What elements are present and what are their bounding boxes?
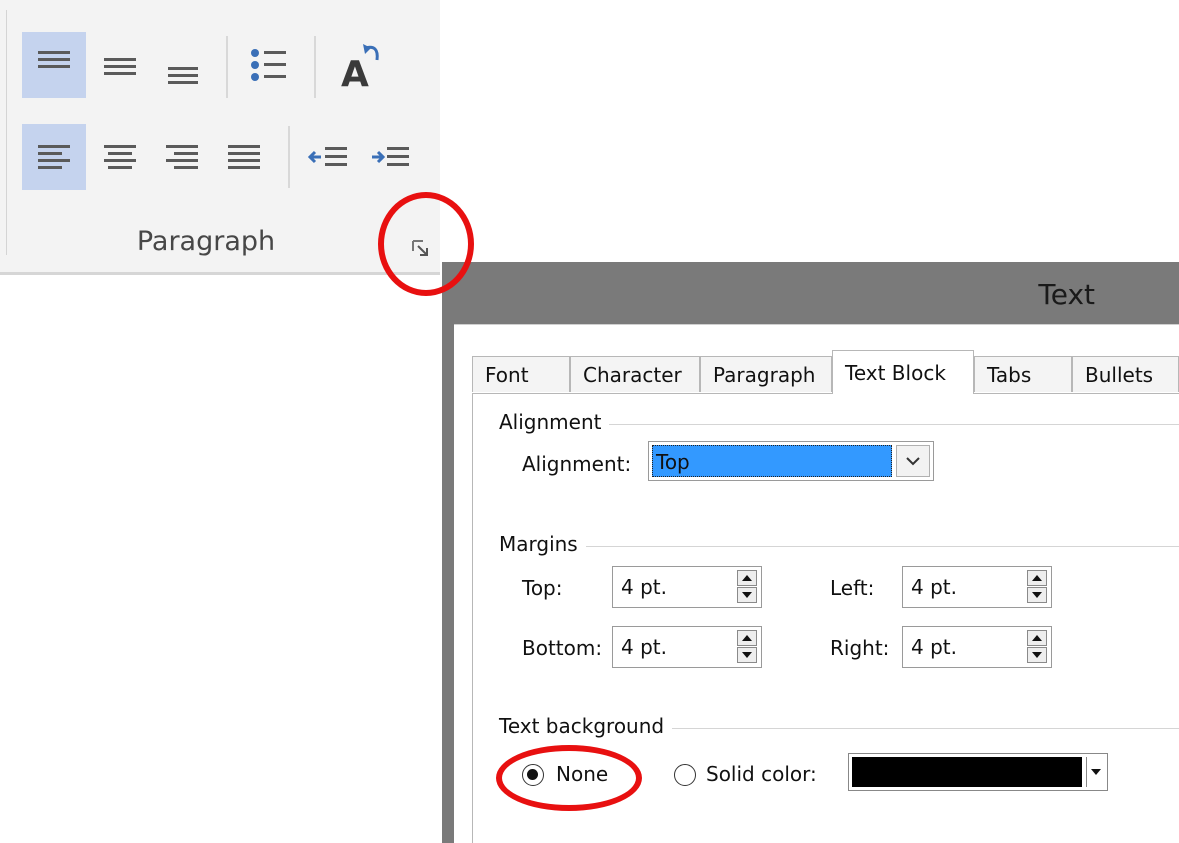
ribbon-paragraph-group: A Paragraph <box>0 0 440 275</box>
ribbon-divider <box>6 10 7 255</box>
radio-selected-dot <box>527 769 538 780</box>
alignment-label: Alignment: <box>522 452 632 476</box>
margin-left-value: 4 pt. <box>911 575 957 599</box>
chevron-down-icon <box>906 457 920 466</box>
align-top-button[interactable] <box>22 32 86 98</box>
margin-right-field[interactable]: 4 pt. <box>902 626 1052 668</box>
color-dropdown-button[interactable] <box>1086 757 1105 787</box>
spin-up-button[interactable] <box>737 570 757 586</box>
margin-left-field[interactable]: 4 pt. <box>902 566 1052 608</box>
margin-bottom-label: Bottom: <box>522 636 603 660</box>
triangle-down-icon <box>1032 652 1042 658</box>
margin-bottom-field[interactable]: 4 pt. <box>612 626 762 668</box>
triangle-up-icon <box>1032 635 1042 641</box>
margin-right-value: 4 pt. <box>911 635 957 659</box>
align-center-icon <box>104 145 136 169</box>
spin-down-button[interactable] <box>1027 647 1047 663</box>
decrease-indent-icon <box>307 147 347 166</box>
ribbon-separator <box>314 36 316 98</box>
triangle-up-icon <box>742 635 752 641</box>
align-bottom-icon <box>168 67 198 84</box>
margin-left-label: Left: <box>830 576 875 600</box>
radio-none[interactable] <box>522 764 544 786</box>
margin-right-label: Right: <box>830 636 890 660</box>
svg-text:A: A <box>341 54 369 92</box>
align-left-icon <box>38 145 70 169</box>
radio-solid-color[interactable] <box>674 764 696 786</box>
triangle-down-icon <box>742 652 752 658</box>
dropdown-button[interactable] <box>896 445 930 477</box>
text-direction-button[interactable]: A <box>330 32 394 98</box>
ribbon-separator <box>288 126 290 188</box>
spin-up-button[interactable] <box>1027 570 1047 586</box>
decrease-indent-button[interactable] <box>300 124 358 190</box>
margins-section-title: Margins <box>499 532 586 556</box>
margin-bottom-value: 4 pt. <box>621 635 667 659</box>
dialog-launcher-button[interactable] <box>410 238 432 260</box>
triangle-up-icon <box>742 575 752 581</box>
color-swatch <box>852 757 1082 787</box>
text-background-section-title: Text background <box>499 714 673 738</box>
radio-solid-color-label: Solid color: <box>706 762 817 786</box>
bullets-button[interactable] <box>236 32 300 98</box>
align-left-button[interactable] <box>22 124 86 190</box>
justify-button[interactable] <box>212 124 276 190</box>
justify-icon <box>228 145 260 169</box>
spin-down-button[interactable] <box>1027 587 1047 603</box>
align-bottom-button[interactable] <box>150 32 214 98</box>
alignment-select[interactable]: Top <box>648 441 934 481</box>
bullet-list-icon <box>251 49 286 81</box>
increase-indent-icon <box>372 147 409 166</box>
rotate-text-icon: A <box>341 44 379 92</box>
align-middle-icon <box>104 58 136 75</box>
dialog-launcher-icon <box>412 240 428 256</box>
align-center-button[interactable] <box>88 124 152 190</box>
align-right-button[interactable] <box>150 124 214 190</box>
align-right-icon <box>166 145 198 169</box>
spin-up-button[interactable] <box>737 630 757 646</box>
margin-top-field[interactable]: 4 pt. <box>612 566 762 608</box>
solid-color-picker[interactable] <box>848 753 1108 791</box>
tab-bullets[interactable]: Bullets <box>1072 356 1179 392</box>
align-middle-button[interactable] <box>88 32 152 98</box>
margin-top-value: 4 pt. <box>621 575 667 599</box>
margin-top-label: Top: <box>522 576 563 600</box>
triangle-down-icon <box>742 592 752 598</box>
ribbon-separator <box>226 36 228 98</box>
align-top-icon <box>38 51 70 68</box>
section-divider <box>499 546 1179 547</box>
spin-down-button[interactable] <box>737 647 757 663</box>
tab-font[interactable]: Font <box>472 356 570 392</box>
alignment-section-title: Alignment <box>499 410 610 434</box>
group-label: Paragraph <box>136 226 276 257</box>
increase-indent-button[interactable] <box>362 124 420 190</box>
tab-strip: Font Character Paragraph Text Block Tabs… <box>472 350 1179 394</box>
alignment-value: Top <box>652 445 892 477</box>
tab-text-block[interactable]: Text Block <box>832 350 974 394</box>
tab-character[interactable]: Character <box>570 356 700 392</box>
triangle-down-icon <box>1091 769 1101 775</box>
triangle-down-icon <box>1032 592 1042 598</box>
tab-tabs[interactable]: Tabs <box>974 356 1072 392</box>
dialog-title: Text <box>1038 278 1095 311</box>
radio-none-label: None <box>556 762 609 786</box>
tab-paragraph[interactable]: Paragraph <box>700 356 832 392</box>
triangle-up-icon <box>1032 575 1042 581</box>
spin-down-button[interactable] <box>737 587 757 603</box>
spin-up-button[interactable] <box>1027 630 1047 646</box>
